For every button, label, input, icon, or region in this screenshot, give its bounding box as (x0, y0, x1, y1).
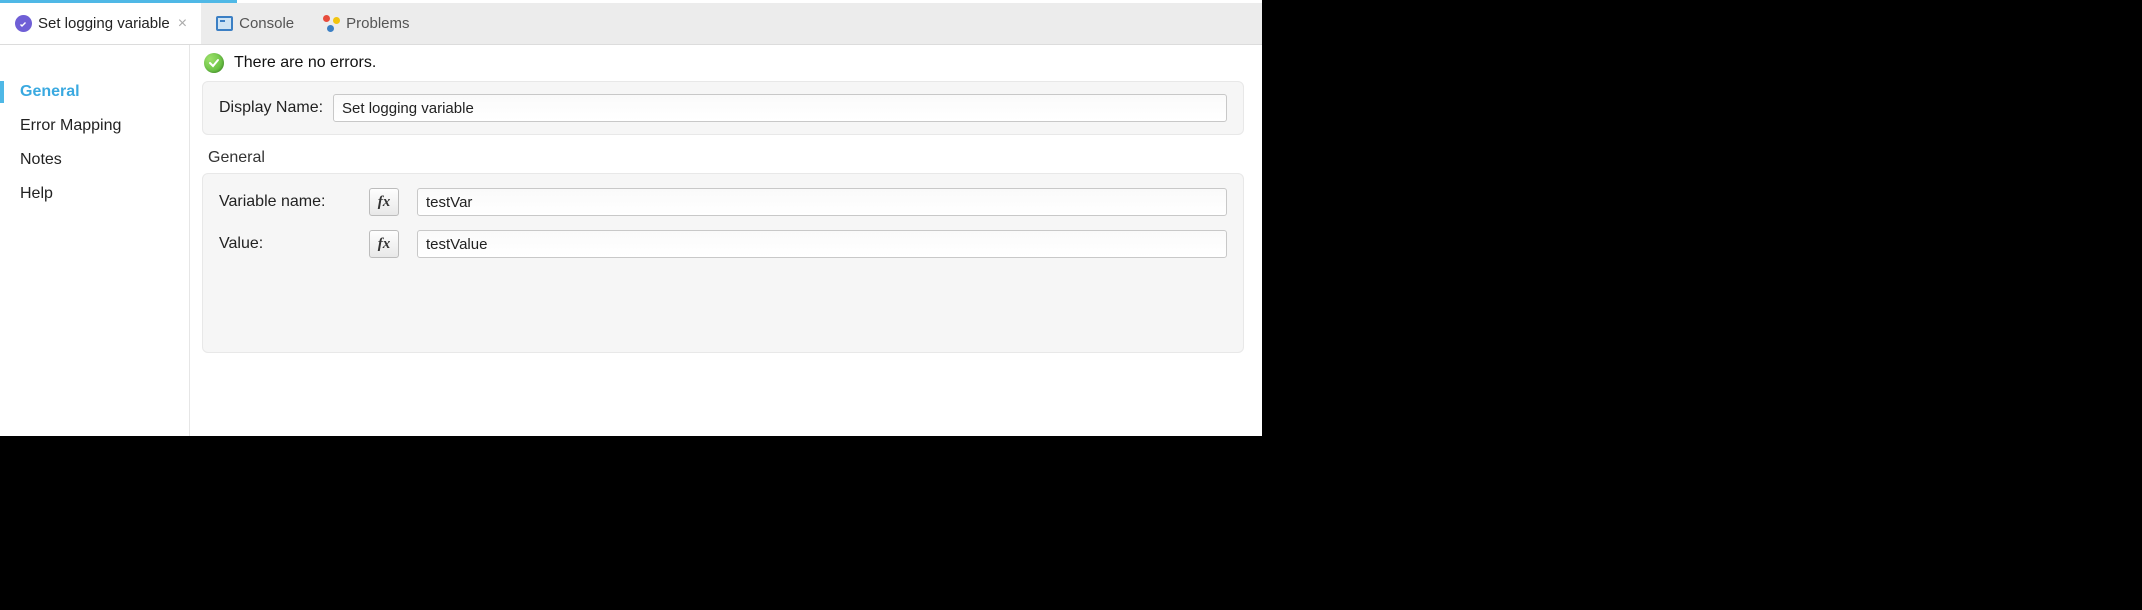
value-input[interactable] (417, 230, 1227, 258)
sidebar-item-notes[interactable]: Notes (0, 143, 189, 177)
tab-editor[interactable]: Set logging variable × (0, 3, 201, 44)
console-icon (215, 15, 233, 33)
wrench-icon (14, 15, 32, 33)
fx-icon: fx (378, 194, 391, 211)
display-name-block: Display Name: (202, 81, 1244, 135)
section-title-general: General (202, 149, 1244, 167)
fx-button-value[interactable]: fx (369, 230, 399, 258)
content-panel: There are no errors. Display Name: Gener… (190, 45, 1262, 436)
sidebar-item-label: Error Mapping (20, 117, 121, 134)
tab-problems[interactable]: Problems (308, 3, 423, 44)
variable-name-input[interactable] (417, 188, 1227, 216)
variable-name-label: Variable name: (219, 193, 369, 211)
sidebar-item-label: Notes (20, 151, 62, 168)
sidebar-item-general[interactable]: General (0, 75, 189, 109)
tab-console[interactable]: Console (201, 3, 308, 44)
general-block: Variable name: fx Value: fx (202, 173, 1244, 353)
sidebar-item-label: Help (20, 185, 53, 202)
close-icon[interactable]: × (178, 15, 187, 33)
row-value: Value: fx (219, 230, 1227, 258)
value-label: Value: (219, 235, 369, 253)
ok-icon (204, 53, 224, 73)
status-bar: There are no errors. (202, 53, 1244, 73)
tab-console-label: Console (239, 15, 294, 32)
main-area: General Error Mapping Notes Help There a… (0, 45, 1262, 436)
sidebar-item-error-mapping[interactable]: Error Mapping (0, 109, 189, 143)
tab-editor-label: Set logging variable (38, 15, 170, 32)
sidebar: General Error Mapping Notes Help (0, 45, 190, 436)
fx-button-variable-name[interactable]: fx (369, 188, 399, 216)
tab-problems-label: Problems (346, 15, 409, 32)
row-variable-name: Variable name: fx (219, 188, 1227, 216)
fx-icon: fx (378, 236, 391, 253)
sidebar-item-help[interactable]: Help (0, 177, 189, 211)
display-name-input[interactable] (333, 94, 1227, 122)
display-name-label: Display Name: (219, 99, 323, 117)
app-window: Set logging variable × Console Problems … (0, 0, 1262, 436)
sidebar-item-label: General (20, 83, 80, 100)
tab-strip: Set logging variable × Console Problems (0, 3, 1262, 45)
status-text: There are no errors. (234, 54, 376, 72)
problems-icon (322, 15, 340, 33)
